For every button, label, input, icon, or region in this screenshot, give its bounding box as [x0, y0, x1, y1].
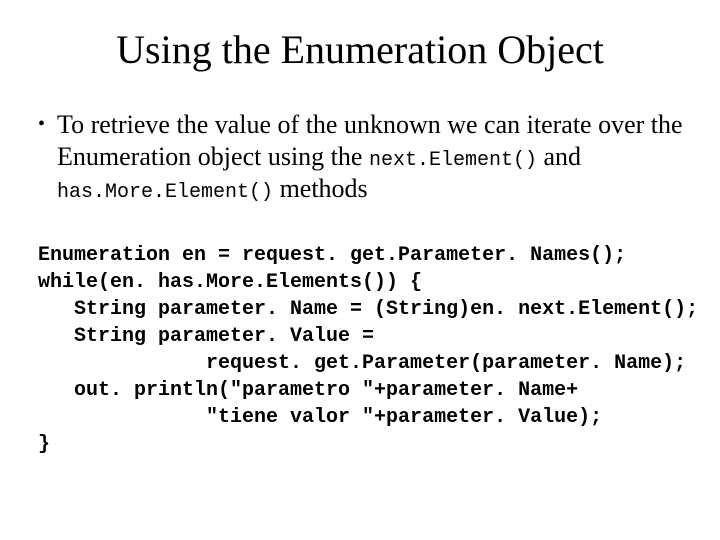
code-block: Enumeration en = request. get.Parameter.… — [38, 242, 684, 458]
code-line-5: request. get.Parameter(parameter. Name); — [38, 352, 686, 375]
code-line-6: out. println("parametro "+parameter. Nam… — [38, 379, 578, 402]
bullet-code1: next.Element() — [369, 149, 537, 172]
bullet-text: To retrieve the value of the unknown we … — [57, 109, 684, 206]
slide: Using the Enumeration Object • To retrie… — [0, 0, 720, 540]
bullet-part2: and — [537, 142, 581, 171]
slide-title: Using the Enumeration Object — [36, 26, 684, 73]
code-line-3: String parameter. Name = (String)en. nex… — [38, 298, 698, 321]
code-line-8: } — [38, 433, 50, 456]
code-line-7: "tiene valor "+parameter. Value); — [38, 406, 602, 429]
bullet-part3: methods — [273, 174, 368, 203]
bullet-marker: • — [38, 109, 45, 139]
bullet-code2: has.More.Element() — [57, 181, 273, 204]
code-line-4: String parameter. Value = — [38, 325, 374, 348]
code-line-2: while(en. has.More.Elements()) { — [38, 271, 422, 294]
code-line-1: Enumeration en = request. get.Parameter.… — [38, 244, 626, 267]
bullet-item: • To retrieve the value of the unknown w… — [38, 109, 684, 206]
